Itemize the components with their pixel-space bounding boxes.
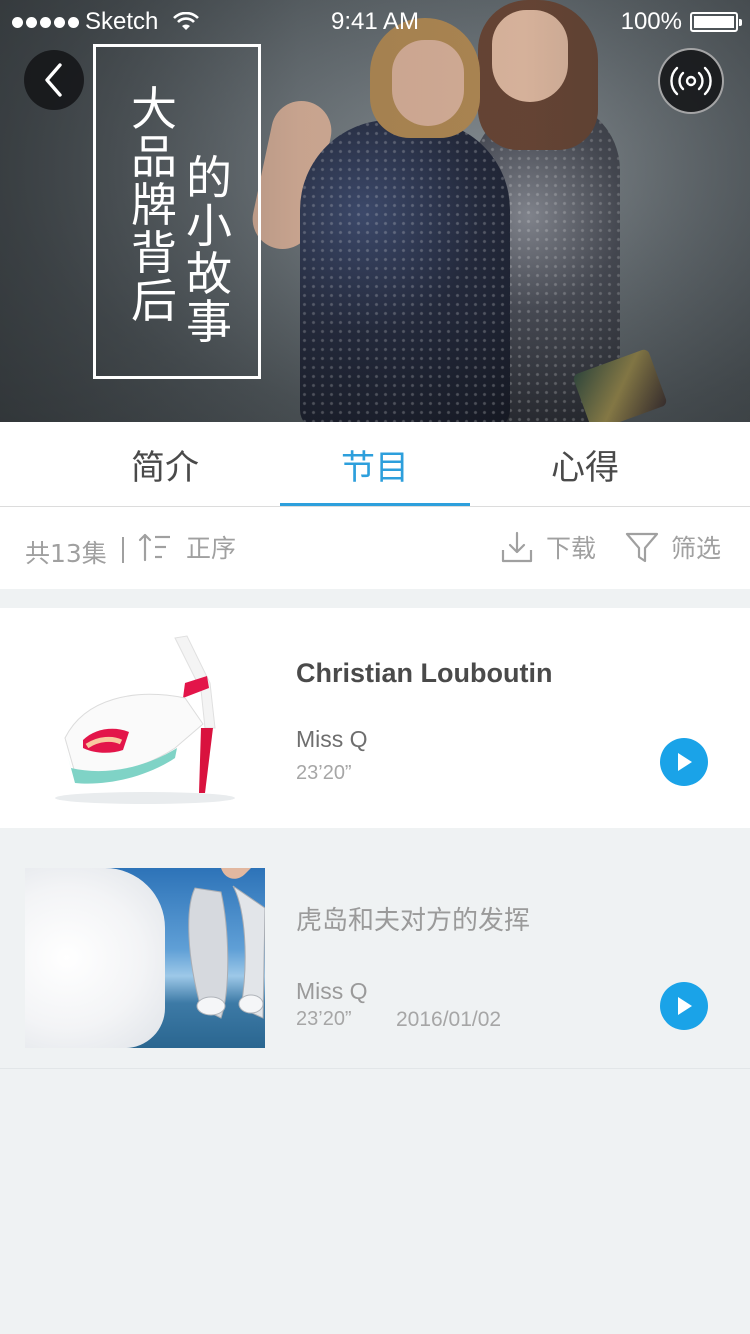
filter-label: 筛选 xyxy=(671,534,722,563)
bridal-shoes-image xyxy=(188,868,265,1019)
hero-title-frame: 大品牌背后 的小故事 xyxy=(93,44,261,379)
episode-duration: 23’20” xyxy=(296,1008,352,1030)
broadcast-icon xyxy=(670,66,712,96)
sort-icon xyxy=(138,533,170,562)
episode-item[interactable]: Christian Louboutin Miss Q 23’20” xyxy=(0,608,750,828)
tab-programs[interactable]: 节目 xyxy=(280,440,470,489)
episode-author: Miss Q xyxy=(296,978,368,1004)
play-icon xyxy=(678,997,692,1015)
play-button[interactable] xyxy=(660,738,708,786)
shoe-image xyxy=(55,635,235,804)
episode-author: Miss Q xyxy=(296,726,368,752)
download-icon xyxy=(501,531,533,563)
chevron-left-icon xyxy=(45,63,62,97)
episode-title: Christian Louboutin xyxy=(296,658,553,688)
divider xyxy=(122,537,124,563)
sort-button[interactable]: 正序 xyxy=(138,529,236,565)
hero-banner: Sketch 9:41 AM 100% 大品牌背后 的小故事 xyxy=(0,0,750,422)
tab-bar: 简介 节目 心得 xyxy=(0,422,750,507)
filter-icon xyxy=(625,532,659,563)
tab-notes[interactable]: 心得 xyxy=(490,440,680,489)
play-button[interactable] xyxy=(660,982,708,1030)
episode-thumbnail xyxy=(25,628,265,808)
status-bar: Sketch 9:41 AM 100% xyxy=(0,0,750,40)
filter-button[interactable]: 筛选 xyxy=(625,529,721,565)
episode-toolbar: 共13集 正序 下载 筛选 xyxy=(0,507,750,589)
hero-title-line1: 大品牌背后 xyxy=(131,82,177,328)
back-button[interactable] xyxy=(24,50,84,110)
tab-intro[interactable]: 简介 xyxy=(70,440,260,489)
episode-title: 虎岛和夫对方的发挥 xyxy=(296,906,531,936)
play-icon xyxy=(678,753,692,771)
episode-item[interactable]: 虎岛和夫对方的发挥 Miss Q 23’20” 2016/01/02 xyxy=(0,848,750,1068)
episode-date: 2016/01/02 xyxy=(396,1008,502,1031)
episode-duration: 23’20” xyxy=(296,762,352,784)
download-label: 下载 xyxy=(546,534,597,563)
hero-title-line2: 的小故事 xyxy=(186,151,232,349)
battery-percent: 100% xyxy=(620,8,682,35)
download-button[interactable]: 下载 xyxy=(500,529,596,565)
battery-icon xyxy=(690,12,742,32)
episode-count: 共13集 xyxy=(25,539,107,568)
episode-thumbnail xyxy=(25,868,265,1048)
sort-label: 正序 xyxy=(186,534,237,563)
active-tab-indicator xyxy=(280,503,470,506)
broadcast-button[interactable] xyxy=(658,48,724,114)
